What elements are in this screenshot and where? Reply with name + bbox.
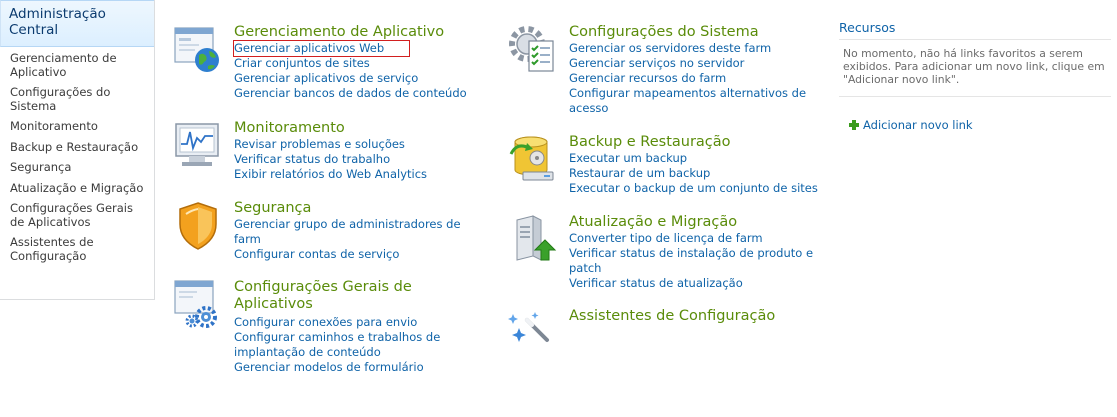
link-manage-web-applications[interactable]: Gerenciar aplicativos Web — [233, 40, 410, 57]
section-title-system-settings[interactable]: Configurações do Sistema — [569, 24, 759, 41]
quick-launch-header-central-admin[interactable]: Administração Central — [0, 0, 154, 47]
section-title-monitoring[interactable]: Monitoramento — [234, 120, 345, 137]
link-manage-services-on-server[interactable]: Gerenciar serviços no servidor — [569, 56, 814, 71]
link-configure-alternate-access-mappings[interactable]: Configurar mapeamentos alternativos de a… — [569, 86, 814, 116]
add-new-link-label: Adicionar novo link — [863, 118, 973, 132]
magic-wand-icon — [507, 308, 559, 360]
link-manage-service-applications[interactable]: Gerenciar aplicativos de serviço — [234, 71, 474, 86]
link-restore-from-backup[interactable]: Restaurar de um backup — [569, 166, 829, 181]
web-application-globe-icon — [172, 24, 224, 76]
section-links-application-management: Gerenciar aplicativos Web Criar conjunto… — [233, 40, 474, 101]
database-restore-icon — [507, 134, 559, 186]
link-manage-farm-servers[interactable]: Gerenciar os servidores deste farm — [569, 41, 814, 56]
application-gears-icon — [172, 279, 224, 331]
link-perform-backup[interactable]: Executar um backup — [569, 151, 829, 166]
link-convert-farm-license-type[interactable]: Converter tipo de licença de farm — [569, 231, 819, 246]
section-links-backup-restore: Executar um backup Restaurar de um backu… — [569, 151, 829, 196]
link-manage-farm-features[interactable]: Gerenciar recursos do farm — [569, 71, 814, 86]
add-new-link-button[interactable]: Adicionar novo link — [849, 118, 973, 132]
quick-launch-item-app-management[interactable]: Gerenciamento de Aplicativo — [0, 50, 154, 84]
server-upgrade-arrow-icon — [507, 214, 559, 266]
link-check-job-status[interactable]: Verificar status do trabalho — [234, 152, 474, 167]
section-title-backup-restore[interactable]: Backup e Restauração — [569, 134, 731, 151]
link-configure-send-to-connections[interactable]: Configurar conexões para envio — [234, 315, 449, 330]
section-title-configuration-wizards[interactable]: Assistentes de Configuração — [569, 308, 775, 325]
quick-launch-item-security[interactable]: Segurança — [0, 159, 154, 180]
resources-panel: Recursos No momento, não há links favori… — [839, 20, 1111, 132]
section-links-system-settings: Gerenciar os servidores deste farm Geren… — [569, 41, 814, 116]
quick-launch-item-backup-restore[interactable]: Backup e Restauração — [0, 139, 154, 160]
section-title-security[interactable]: Segurança — [234, 200, 311, 217]
quick-launch-item-config-wizards[interactable]: Assistentes de Configuração — [0, 234, 154, 268]
monitor-chart-icon — [172, 120, 224, 172]
section-links-security: Gerenciar grupo de administradores de fa… — [234, 217, 479, 262]
link-view-web-analytics-reports[interactable]: Exibir relatórios do Web Analytics — [234, 167, 474, 182]
quick-launch-item-monitoring[interactable]: Monitoramento — [0, 118, 154, 139]
section-links-monitoring: Revisar problemas e soluções Verificar s… — [234, 137, 474, 182]
quick-launch: Administração Central Gerenciamento de A… — [0, 0, 155, 300]
link-check-product-patch-install-status[interactable]: Verificar status de instalação de produt… — [569, 246, 819, 276]
quick-launch-item-general-app-settings[interactable]: Configurações Gerais de Aplicativos — [0, 200, 154, 234]
link-review-problems-solutions[interactable]: Revisar problemas e soluções — [234, 137, 474, 152]
quick-launch-list: Gerenciamento de Aplicativo Configuraçõe… — [0, 47, 154, 268]
plus-icon — [849, 120, 859, 130]
resources-divider-bottom — [839, 96, 1111, 97]
section-title-general-app-settings[interactable]: Configurações Gerais de Aplicativos — [234, 279, 412, 312]
section-links-upgrade-migration: Converter tipo de licença de farm Verifi… — [569, 231, 819, 291]
link-manage-content-databases[interactable]: Gerenciar bancos de dados de conteúdo — [234, 86, 474, 101]
server-settings-checklist-icon — [507, 24, 559, 76]
link-create-site-collections[interactable]: Criar conjuntos de sites — [234, 56, 474, 71]
link-backup-site-collection[interactable]: Executar o backup de um conjunto de site… — [569, 181, 829, 196]
section-title-application-management[interactable]: Gerenciamento de Aplicativo — [234, 24, 444, 41]
quick-launch-item-system-settings[interactable]: Configurações do Sistema — [0, 84, 154, 118]
resources-empty-message: No momento, não há links favoritos a ser… — [843, 47, 1105, 86]
shield-icon — [172, 200, 224, 252]
quick-launch-item-upgrade-migration[interactable]: Atualização e Migração — [0, 180, 154, 201]
link-configure-content-deployment-paths[interactable]: Configurar caminhos e trabalhos de impla… — [234, 330, 449, 360]
section-links-general-app-settings: Configurar conexões para envio Configura… — [234, 315, 449, 375]
link-manage-form-templates[interactable]: Gerenciar modelos de formulário — [234, 360, 449, 375]
section-title-upgrade-migration[interactable]: Atualização e Migração — [569, 214, 737, 231]
link-manage-farm-administrators-group[interactable]: Gerenciar grupo de administradores de fa… — [234, 217, 479, 247]
section-title-general-app-settings-wrap: Configurações Gerais de Aplicativos — [234, 279, 434, 313]
link-configure-service-accounts[interactable]: Configurar contas de serviço — [234, 247, 479, 262]
link-check-upgrade-status[interactable]: Verificar status de atualização — [569, 276, 819, 291]
resources-title: Recursos — [839, 20, 896, 35]
